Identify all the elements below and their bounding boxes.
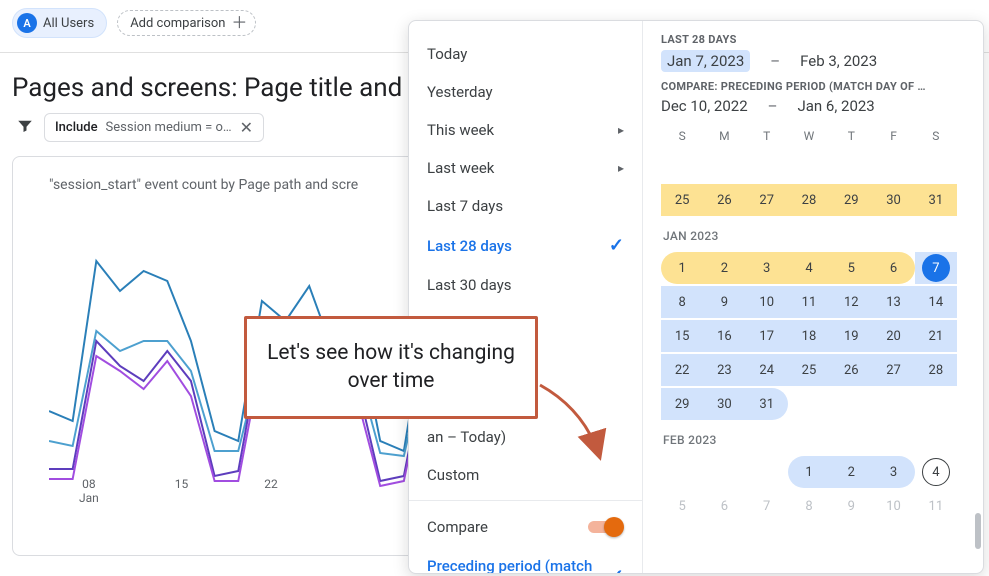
- chip-add-comparison[interactable]: Add comparison ＋: [117, 10, 256, 36]
- compare-start-date[interactable]: Dec 10, 2022: [661, 97, 748, 115]
- cal-day[interactable]: 28: [788, 184, 830, 216]
- date-range-popover: Today Yesterday This week▸ Last week▸ La…: [408, 20, 984, 574]
- cal-day[interactable]: 3: [872, 456, 914, 488]
- filter-chip[interactable]: Include Session medium = o… ✕: [44, 113, 264, 142]
- cal-day[interactable]: 26: [703, 184, 745, 216]
- compare-label: Compare: [427, 518, 488, 536]
- cal-day[interactable]: 11: [915, 490, 957, 522]
- compare-range-label: COMPARE: PRECEDING PERIOD (MATCH DAY OF …: [661, 80, 971, 93]
- cal-day[interactable]: 6: [872, 252, 914, 284]
- cal-day[interactable]: 30: [703, 388, 745, 420]
- cal-day[interactable]: 30: [872, 184, 914, 216]
- cal-day[interactable]: 24: [746, 354, 788, 386]
- chevron-right-icon: ▸: [618, 123, 624, 137]
- check-icon: ✓: [609, 565, 624, 573]
- cal-day[interactable]: 9: [830, 490, 872, 522]
- cal-day[interactable]: 25: [788, 354, 830, 386]
- calendar-panel: LAST 28 DAYS Jan 7, 2023 – Feb 3, 2023 C…: [643, 21, 983, 573]
- menu-last-28[interactable]: Last 28 days✓: [409, 225, 642, 266]
- scrollbar[interactable]: [975, 513, 981, 549]
- cal-day[interactable]: 8: [788, 490, 830, 522]
- cal-day[interactable]: 28: [915, 354, 957, 386]
- cal-day[interactable]: 15: [661, 320, 703, 352]
- cal-day[interactable]: 31: [915, 184, 957, 216]
- menu-this-week[interactable]: This week▸: [409, 111, 642, 149]
- cal-day[interactable]: 4: [788, 252, 830, 284]
- cal-day[interactable]: 5: [661, 490, 703, 522]
- compare-row: Compare: [409, 507, 642, 547]
- cal-day[interactable]: 22: [661, 354, 703, 386]
- menu-preceding[interactable]: Preceding period (match day of week)✓: [409, 547, 642, 573]
- cal-day[interactable]: 10: [872, 490, 914, 522]
- annotation-callout: Let's see how it's changing over time: [244, 316, 538, 419]
- cal-day[interactable]: 1: [661, 252, 703, 284]
- cal-day[interactable]: 21: [915, 320, 957, 352]
- cal-day[interactable]: 26: [830, 354, 872, 386]
- compare-end-date[interactable]: Jan 6, 2023: [797, 97, 874, 115]
- menu-last-week[interactable]: Last week▸: [409, 149, 642, 187]
- cal-day[interactable]: 20: [872, 320, 914, 352]
- cal-day[interactable]: 29: [661, 388, 703, 420]
- primary-end-date[interactable]: Feb 3, 2023: [800, 52, 877, 70]
- cal-day[interactable]: 27: [872, 354, 914, 386]
- preset-menu: Today Yesterday This week▸ Last week▸ La…: [409, 21, 643, 573]
- cal-day-today[interactable]: 4: [915, 456, 957, 488]
- compare-toggle[interactable]: [588, 517, 624, 537]
- chip-label: All Users: [43, 16, 94, 31]
- chip-label: Add comparison: [130, 16, 225, 31]
- cal-day[interactable]: 12: [830, 286, 872, 318]
- cal-day[interactable]: 29: [830, 184, 872, 216]
- filter-expression: Session medium = o…: [106, 120, 232, 135]
- cal-day[interactable]: 14: [915, 286, 957, 318]
- cal-day[interactable]: 1: [788, 456, 830, 488]
- cal-day[interactable]: 16: [703, 320, 745, 352]
- chevron-right-icon: ▸: [618, 161, 624, 175]
- primary-range-label: LAST 28 DAYS: [661, 33, 971, 46]
- cal-day[interactable]: 3: [746, 252, 788, 284]
- filter-icon[interactable]: [16, 117, 34, 139]
- cal-day[interactable]: 23: [703, 354, 745, 386]
- cal-day[interactable]: 5: [830, 252, 872, 284]
- cal-day[interactable]: 6: [703, 490, 745, 522]
- annotation-arrow: [540, 380, 630, 484]
- menu-last-7[interactable]: Last 7 days: [409, 187, 642, 225]
- cal-day[interactable]: 2: [830, 456, 872, 488]
- menu-yesterday[interactable]: Yesterday: [409, 73, 642, 111]
- chip-all-users[interactable]: A All Users: [12, 8, 107, 38]
- month-label: JAN 2023: [663, 229, 971, 243]
- cal-day[interactable]: 25: [661, 184, 703, 216]
- check-icon: ✓: [609, 235, 624, 256]
- cal-day[interactable]: 9: [703, 286, 745, 318]
- cal-day[interactable]: 19: [830, 320, 872, 352]
- menu-today[interactable]: Today: [409, 35, 642, 73]
- menu-last-30[interactable]: Last 30 days: [409, 266, 642, 304]
- close-icon[interactable]: ✕: [240, 118, 253, 137]
- month-label: FEB 2023: [663, 433, 971, 447]
- plus-icon: ＋: [231, 15, 247, 31]
- cal-day[interactable]: 31: [746, 388, 788, 420]
- cal-day[interactable]: 11: [788, 286, 830, 318]
- primary-start-date[interactable]: Jan 7, 2023: [661, 50, 750, 72]
- cal-day[interactable]: 8: [661, 286, 703, 318]
- cal-day[interactable]: 10: [746, 286, 788, 318]
- cal-day[interactable]: 7: [746, 490, 788, 522]
- cal-day[interactable]: 18: [788, 320, 830, 352]
- cal-day[interactable]: 27: [746, 184, 788, 216]
- filter-include-label: Include: [55, 120, 98, 135]
- cal-day[interactable]: 13: [872, 286, 914, 318]
- cal-day[interactable]: 17: [746, 320, 788, 352]
- cal-day[interactable]: 2: [703, 252, 745, 284]
- cal-day-start[interactable]: 7: [915, 252, 957, 284]
- avatar: A: [17, 13, 37, 33]
